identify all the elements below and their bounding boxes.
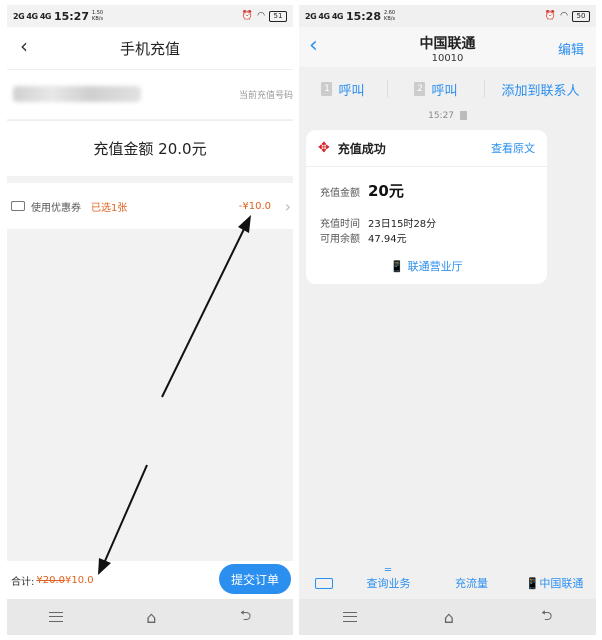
signal-indicator: 2G 4G 4G	[13, 11, 51, 21]
back-icon[interactable]: ⮌	[541, 605, 552, 629]
wifi-icon: ◠	[257, 11, 265, 21]
amount-row: 充值金额 20元	[320, 180, 404, 201]
china-unicom-menu[interactable]: 📱中国联通	[513, 575, 596, 591]
menu-icon[interactable]	[342, 612, 357, 622]
network-speed: 1.50 KB/s	[91, 10, 104, 22]
recharge-amount: 充值金额 20.0元	[7, 120, 293, 176]
add-to-contacts-button[interactable]: 添加到联系人	[485, 80, 596, 99]
final-price: ¥10.0	[65, 574, 94, 586]
message-timestamp: 15:27	[299, 111, 596, 121]
phone-number-row[interactable]: 当前充值号码	[7, 69, 293, 119]
phone-app-icon: 📱	[390, 260, 405, 273]
keyboard-icon[interactable]	[315, 577, 333, 589]
alarm-icon: ⏰	[544, 11, 557, 21]
time-label: 充值时间	[320, 219, 360, 230]
china-unicom-logo-icon: ✥	[318, 140, 330, 156]
battery-indicator: 51	[269, 10, 287, 22]
chevron-right-icon: ›	[284, 196, 291, 216]
left-phone-screen: 2G 4G 4G 15:27 1.50 KB/s ⏰ ◠ 51 ‹ 手机充值 当…	[7, 5, 293, 635]
alarm-icon: ⏰	[241, 11, 254, 21]
total-label: 合计:	[11, 576, 35, 588]
time-row: 充值时间 23日15时28分	[320, 215, 436, 230]
phone-app-icon: 📱	[525, 577, 540, 590]
call-sim2-button[interactable]: 2 呼叫	[388, 80, 484, 99]
sim-badge-icon	[459, 111, 467, 120]
amount-label: 充值金额	[320, 188, 360, 199]
card-header: ✥ 充值成功 查看原文	[306, 130, 547, 167]
card-title: 充值成功	[337, 141, 386, 156]
contact-number: 10010	[431, 53, 464, 64]
query-service-menu[interactable]: 查询业务	[347, 575, 430, 591]
drag-handle-icon[interactable]: ═	[385, 565, 391, 576]
status-bar: 2G 4G 4G 15:27 1.50 KB/s ⏰ ◠ 51	[7, 5, 293, 27]
battery-indicator: 50	[572, 10, 590, 22]
coupon-row[interactable]: 使用优惠券 已选1张 -¥10.0 ›	[7, 183, 293, 229]
system-nav-bar: ⌂ ⮌	[299, 599, 596, 635]
view-original-link[interactable]: 查看原文	[491, 140, 535, 156]
contact-name: 中国联通	[419, 36, 476, 52]
page-title: 手机充值	[119, 39, 180, 58]
sim2-icon: 2	[414, 82, 426, 96]
home-icon[interactable]: ⌂	[444, 608, 454, 627]
recharge-success-card[interactable]: ✥ 充值成功 查看原文 充值金额 20元 充值时间 23日15时28分 可用余额…	[306, 130, 547, 284]
balance-label: 可用余额	[320, 234, 360, 245]
conversation-header: ‹ 中国联通 10010 编辑	[299, 27, 596, 67]
status-bar: 2G 4G 4G 15:28 2.60 KB/s ⏰ ◠ 50	[299, 5, 596, 27]
right-phone-screen: 2G 4G 4G 15:28 2.60 KB/s ⏰ ◠ 50 ‹ 中国联通 1…	[299, 5, 596, 635]
coupon-discount: -¥10.0	[238, 200, 271, 212]
status-time: 15:27	[53, 9, 89, 23]
contact-actions: 1 呼叫 2 呼叫 添加到联系人	[299, 73, 596, 105]
back-icon[interactable]: ⮌	[240, 605, 251, 629]
service-menu-bar: ═ 查询业务 充流量 📱中国联通	[299, 565, 596, 599]
network-speed: 2.60 KB/s	[383, 10, 396, 22]
original-price: ¥20.0	[36, 574, 66, 586]
status-time: 15:28	[345, 9, 381, 23]
back-arrow-icon[interactable]: ‹	[13, 35, 35, 59]
home-icon[interactable]: ⌂	[146, 608, 156, 627]
time-value: 23日15时28分	[368, 219, 437, 230]
amount-value: 20元	[368, 182, 404, 200]
coupon-selected: 已选1张	[91, 202, 128, 214]
wifi-icon: ◠	[560, 11, 568, 21]
coupon-label: 使用优惠券	[31, 202, 81, 214]
blurred-phone-number	[13, 86, 141, 102]
current-number-hint: 当前充值号码	[238, 91, 293, 101]
arrow-to-coupon	[161, 226, 246, 398]
balance-row: 可用余额 47.94元	[320, 230, 407, 245]
page-header: ‹ 手机充值	[7, 27, 293, 69]
coupon-icon	[11, 201, 25, 211]
sim1-icon: 1	[321, 82, 333, 96]
edit-button[interactable]: 编辑	[558, 39, 584, 58]
signal-indicator: 2G 4G 4G	[305, 11, 343, 21]
submit-order-button[interactable]: 提交订单	[219, 564, 291, 594]
call-sim1-button[interactable]: 1 呼叫	[299, 80, 387, 99]
system-nav-bar: ⌂ ⮌	[7, 599, 293, 635]
unicom-hall-link[interactable]: 📱 联通营业厅	[306, 258, 547, 274]
arrow-to-total	[104, 464, 148, 562]
menu-icon[interactable]	[48, 612, 63, 622]
balance-value: 47.94元	[368, 234, 407, 245]
checkout-bar: 合计: ¥20.0 ¥10.0 提交订单	[7, 561, 293, 599]
data-topup-menu[interactable]: 充流量	[430, 575, 513, 591]
